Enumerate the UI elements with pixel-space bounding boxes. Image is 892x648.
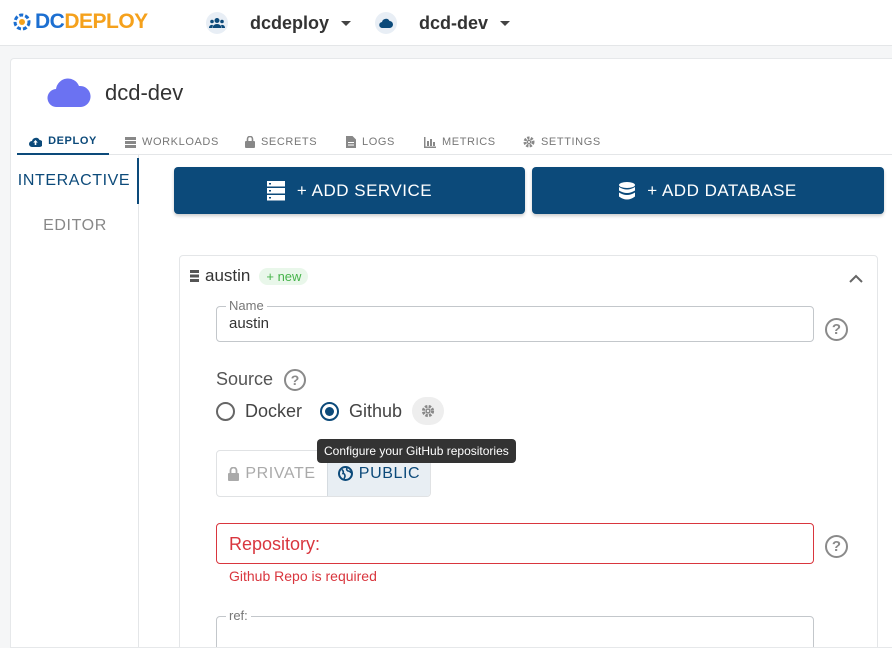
document-icon [346,136,356,148]
name-field-label: Name [226,298,267,313]
service-panel-header[interactable]: austin + new [190,266,309,286]
gear-icon [523,136,535,148]
github-tooltip: Configure your GitHub repositories [317,439,516,463]
side-nav: INTERACTIVE EDITOR [11,155,139,647]
radio-button[interactable] [216,402,235,421]
environment-name: dcd-dev [419,12,489,33]
cloud-upload-icon [29,137,43,147]
server-icon [266,180,285,200]
service-panel: austin + new Name austin ? Source ? Dock… [179,255,878,647]
tab-logs[interactable]: LOGS [346,129,395,155]
sidenav-label: INTERACTIVE [17,172,131,189]
lock-icon [228,466,240,481]
tab-settings[interactable]: SETTINGS [523,129,601,155]
sidenav-item-editor[interactable]: EDITOR [11,203,139,249]
org-name: dcdeploy [250,12,330,33]
repository-field-label: Repository: [229,534,321,554]
tab-label: SETTINGS [541,136,601,148]
chevron-up-icon [849,274,863,283]
globe-icon [337,466,353,481]
help-icon[interactable]: ? [825,318,848,341]
dcdeploy-logo[interactable]: DCDEPLOY [12,10,148,34]
environment-card: dcd-dev DEPLOY WORKLOADS SECRETS LOGS ME… [10,58,892,648]
add-service-button[interactable]: + ADD SERVICE [174,167,525,214]
tab-label: DEPLOY [48,135,97,147]
add-service-label: + ADD SERVICE [296,180,433,200]
tab-label: LOGS [362,136,395,148]
logo-deploy-text: DEPLOY [64,10,148,33]
environment-title: dcd-dev [105,80,184,105]
radio-button-selected[interactable] [320,402,339,421]
org-selector[interactable]: dcdeploy [206,8,352,38]
radio-docker[interactable]: Docker [216,401,302,422]
tab-label: METRICS [442,136,496,148]
radio-docker-label: Docker [245,401,303,421]
team-icon [206,12,228,34]
sidenav-label: EDITOR [43,217,107,234]
sidenav-item-interactive[interactable]: INTERACTIVE [11,158,139,204]
environment-header: dcd-dev [47,77,183,109]
private-label: PRIVATE [245,464,316,482]
tab-secrets[interactable]: SECRETS [245,129,317,155]
repository-error-text: Github Repo is required [229,568,377,584]
database-icon [619,181,636,199]
public-label: PUBLIC [358,464,421,482]
add-database-label: + ADD DATABASE [647,180,797,200]
repository-field[interactable]: Repository: [216,523,814,564]
new-badge: + new [259,267,309,285]
lock-icon [245,136,255,148]
collapse-button[interactable] [849,270,863,288]
tab-metrics[interactable]: METRICS [424,129,496,155]
environment-selector[interactable]: dcd-dev [375,8,511,38]
logo-dc-text: DC [35,10,65,33]
tab-deploy[interactable]: DEPLOY [17,129,109,155]
source-label: Source [216,369,274,389]
ref-field-label: ref: [226,608,251,623]
tab-workloads[interactable]: WORKLOADS [125,129,219,155]
service-name: austin [205,266,251,285]
add-database-button[interactable]: + ADD DATABASE [532,167,884,214]
server-icon [125,136,136,148]
ref-field[interactable]: ref: [216,608,814,647]
help-icon[interactable]: ? [825,535,848,558]
top-navbar: DCDEPLOY dcdeploy dcd-dev [0,0,892,46]
chevron-down-icon [500,20,511,26]
configure-github-button[interactable] [412,397,444,425]
radio-github[interactable]: Github [320,401,402,422]
radio-github-label: Github [349,401,403,421]
help-icon[interactable]: ? [284,369,306,391]
bar-chart-icon [424,136,436,148]
name-field-value[interactable]: austin [229,315,269,332]
chevron-down-icon [341,20,352,26]
gear-icon [421,404,435,418]
private-toggle[interactable]: PRIVATE [217,451,327,496]
cloud-icon [375,12,397,34]
tab-label: SECRETS [261,136,318,148]
server-icon [190,270,199,282]
cloud-icon [47,78,91,108]
tab-bar: DEPLOY WORKLOADS SECRETS LOGS METRICS SE… [17,129,892,155]
gear-logo-icon [13,13,31,31]
name-field[interactable]: Name austin [216,298,814,342]
tab-label: WORKLOADS [142,136,219,148]
